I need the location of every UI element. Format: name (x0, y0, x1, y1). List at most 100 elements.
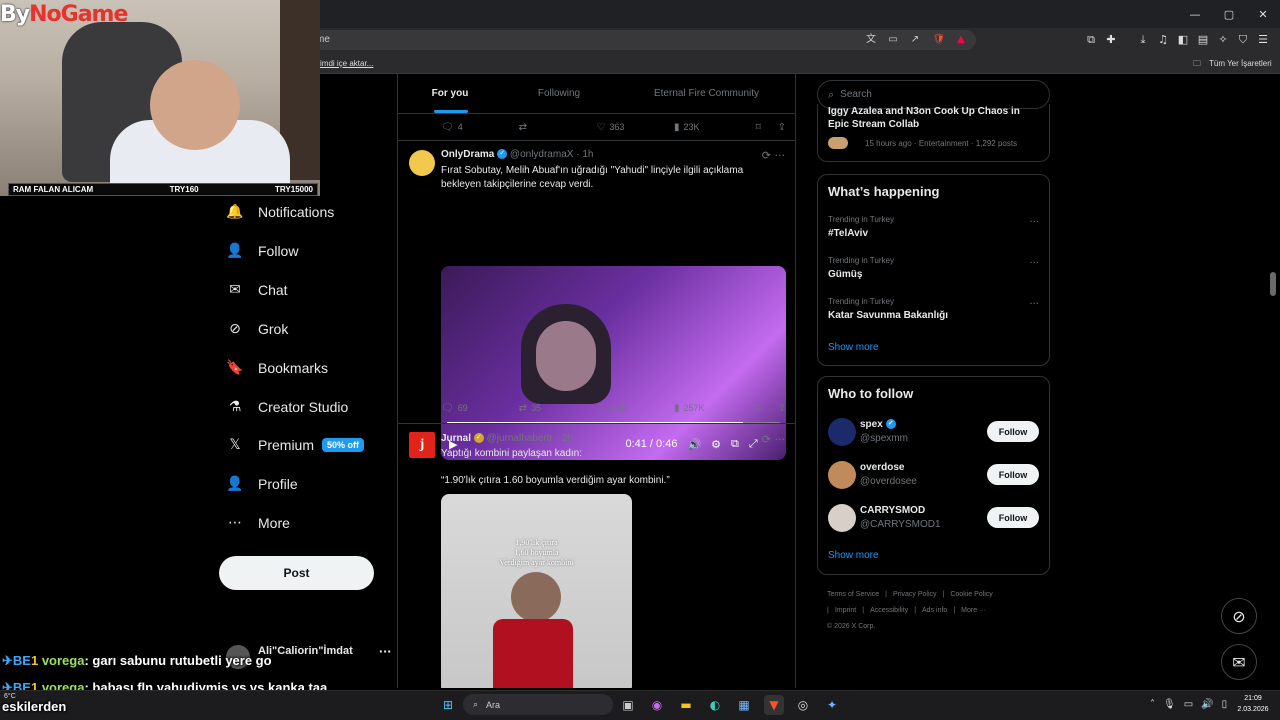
footer-link[interactable]: Terms of Service (827, 591, 879, 598)
footer-link[interactable]: Privacy Policy (893, 591, 937, 598)
network-icon[interactable]: ▭ (1184, 699, 1193, 710)
bookmark-button[interactable]: ⌑ (756, 120, 778, 134)
menu-icon[interactable]: ☰ (1256, 30, 1270, 50)
nav-item-profile[interactable]: 👤 Profile (226, 472, 297, 496)
tab-for-you[interactable]: For you (398, 74, 502, 113)
post-button[interactable]: Post (219, 556, 374, 590)
reply-button[interactable]: 🗨 69 (441, 401, 519, 415)
author-name[interactable]: Jurnal (441, 433, 471, 444)
more-icon[interactable]: ··· (1029, 258, 1039, 269)
vpn-icon[interactable]: ⛉ (1236, 30, 1250, 50)
nav-item-more[interactable]: ⋯ More (226, 511, 290, 535)
nav-item-bookmarks[interactable]: 🔖 Bookmarks (226, 356, 328, 380)
avatar[interactable] (828, 504, 856, 532)
follow-button[interactable]: Follow (987, 507, 1039, 528)
trend-item[interactable]: Gümüş (828, 269, 862, 280)
mic-icon[interactable]: 🎙 (1163, 699, 1176, 710)
footer-link[interactable]: More ··· (961, 607, 986, 614)
minimize-icon[interactable]: — (1178, 0, 1212, 28)
brave-rewards-icon[interactable]: ▲ (954, 33, 968, 47)
trend-item[interactable]: #TelAviv (828, 228, 868, 239)
share-icon[interactable]: ↗ (908, 33, 922, 47)
copilot-icon[interactable]: ◉ (647, 695, 667, 715)
store-icon[interactable]: ▦ (734, 695, 754, 715)
nav-item-notifications[interactable]: 🔔 Notifications (226, 200, 334, 224)
import-bookmarks-link[interactable]: şimdi içe aktar... (316, 59, 373, 68)
chevron-up-icon[interactable]: ˄ (1150, 699, 1155, 710)
share-button[interactable]: ⇪ (778, 401, 786, 415)
follow-suggestion-name[interactable]: spex ✓ (860, 419, 896, 430)
battery-icon[interactable]: ▯ (1222, 699, 1228, 710)
more-icon[interactable]: ··· (1029, 217, 1039, 228)
task-view-icon[interactable]: ▣ (618, 695, 638, 715)
file-explorer-icon[interactable]: ▬ (676, 695, 696, 715)
top-story-card[interactable]: Iggy Azalea and N3on Cook Up Chaos in Ep… (817, 104, 1050, 162)
grok-fab-icon[interactable]: ⊘ (1221, 598, 1257, 634)
reply-button[interactable]: 🗨 4 (441, 120, 519, 134)
clock[interactable]: 21:09 2.03.2026 (1228, 693, 1278, 715)
messages-fab-icon[interactable]: ✉ (1221, 644, 1257, 680)
more-icon[interactable]: ⟳ ··· (762, 433, 785, 446)
author-name[interactable]: OnlyDrama (441, 149, 494, 160)
nav-item-grok[interactable]: ⊘ Grok (226, 317, 288, 341)
wallet-icon[interactable]: ▤ (1196, 30, 1210, 50)
puzzle-icon[interactable]: ✚ (1104, 30, 1118, 50)
follow-suggestion-name[interactable]: CARRYSMOD (860, 505, 925, 516)
volume-icon[interactable]: 🔊 (1201, 699, 1213, 710)
repost-button[interactable]: ⇄ 35 (519, 401, 597, 415)
app-icon[interactable]: ✦ (822, 695, 842, 715)
follow-button[interactable]: Follow (987, 421, 1039, 442)
nav-label: Grok (258, 321, 289, 337)
tweet[interactable]: OnlyDrama ✓ @onlydramaX · 1h ⟳ ··· Fırat… (398, 141, 795, 460)
timeline: For you Following Eternal Fire Community… (397, 74, 796, 688)
music-icon[interactable]: ♫ (1156, 30, 1170, 50)
show-more-link[interactable]: Show more (828, 342, 879, 353)
more-icon[interactable]: ··· (379, 645, 392, 669)
more-icon[interactable]: ⟳ ··· (762, 149, 785, 162)
nav-item-creator-studio[interactable]: ⚗ Creator Studio (226, 395, 349, 419)
edge-icon[interactable]: ◐ (705, 695, 725, 715)
scrollbar[interactable] (1270, 272, 1276, 296)
like-button[interactable]: ♡ 1.5K (596, 401, 674, 415)
sidebar-icon[interactable]: ◧ (1176, 30, 1190, 50)
bookmark-button[interactable]: ⌑ (756, 401, 778, 415)
views-button[interactable]: ▮ 23K (674, 120, 756, 134)
cast-icon[interactable]: ▭ (886, 33, 900, 47)
repost-button[interactable]: ⇄ (519, 120, 597, 134)
close-icon[interactable]: ✕ (1246, 0, 1280, 28)
show-more-link[interactable]: Show more (828, 550, 879, 561)
footer-link[interactable]: Cookie Policy (950, 591, 992, 598)
nav-item-follow[interactable]: 👤 Follow (226, 239, 298, 263)
avatar[interactable] (828, 418, 856, 446)
footer-link[interactable]: Accessibility (870, 607, 908, 614)
footer-link[interactable]: Imprint (835, 607, 856, 614)
maximize-icon[interactable]: ▢ (1212, 0, 1246, 28)
nav-item-premium[interactable]: 𝕏 Premium 50% off (226, 433, 365, 457)
windows-start-icon[interactable]: ⊞ (438, 695, 458, 715)
all-bookmarks-button[interactable]: Tüm Yer İşaretleri (1209, 59, 1272, 68)
follow-button[interactable]: Follow (987, 464, 1039, 485)
translate-icon[interactable]: 文 (864, 33, 878, 47)
trend-item[interactable]: Katar Savunma Bakanlığı (828, 310, 948, 321)
footer-separator: | (953, 607, 956, 614)
avatar[interactable] (828, 461, 856, 489)
tab-eternal-fire-community[interactable]: Eternal Fire Community (616, 74, 795, 113)
share-button[interactable]: ⇪ (778, 120, 786, 134)
brave-icon[interactable]: ▼ (764, 695, 784, 715)
obs-icon[interactable]: ◎ (793, 695, 813, 715)
address-bar[interactable]: me 文 ▭ ↗ 🛡 ▲ (300, 30, 976, 50)
download-icon[interactable]: ⤓ (1136, 30, 1150, 50)
extensions-icon[interactable]: ⧉ (1084, 30, 1098, 50)
nav-item-chat[interactable]: ✉ Chat (226, 278, 287, 302)
tweet-image[interactable]: 1,90'lık çıtıra 1,60 boyumla Verdiğim ay… (441, 494, 632, 688)
tweet-header: OnlyDrama ✓ @onlydramaX · 1h (441, 149, 593, 160)
brave-shield-icon[interactable]: 🛡 (932, 33, 946, 47)
footer-link[interactable]: Ads info (922, 607, 947, 614)
more-icon[interactable]: ··· (1029, 299, 1039, 310)
like-button[interactable]: ♡ 363 (596, 120, 674, 134)
tab-following[interactable]: Following (502, 74, 616, 113)
follow-suggestion-name[interactable]: overdose (860, 462, 904, 473)
taskbar-search[interactable]: ⌕ Ara (463, 694, 613, 715)
leo-icon[interactable]: ✧ (1216, 30, 1230, 50)
views-button[interactable]: ▮ 257K (674, 401, 756, 415)
